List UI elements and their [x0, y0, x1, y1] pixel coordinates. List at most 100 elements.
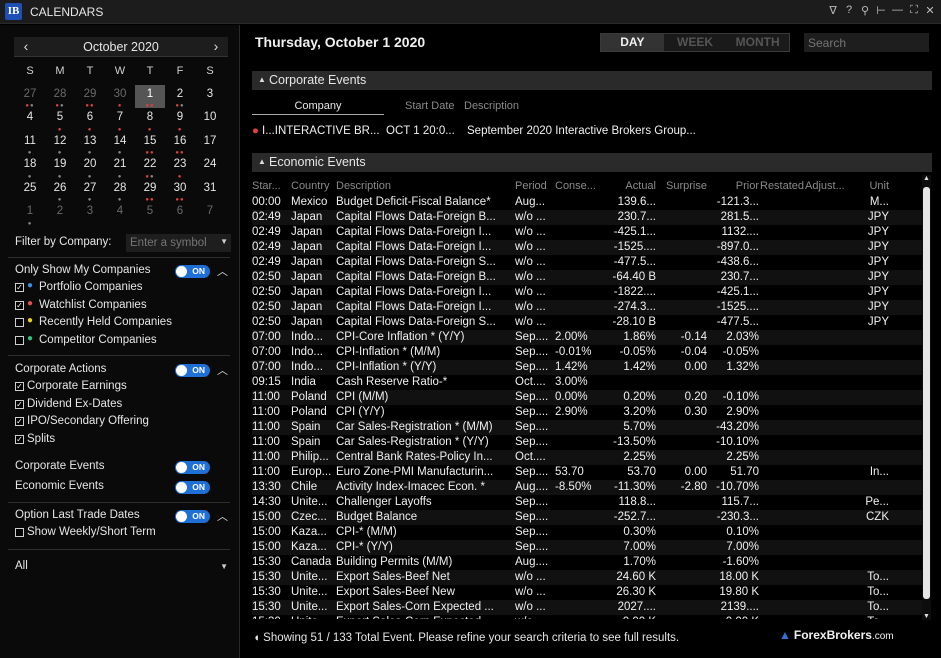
link-icon[interactable]: ⚲	[860, 4, 870, 17]
calendar-day[interactable]: 7	[195, 202, 225, 226]
collapse-icon[interactable]: ︿	[217, 362, 228, 378]
checkbox[interactable]	[15, 528, 24, 537]
filter-icon[interactable]: ∇	[828, 4, 838, 17]
filter-option[interactable]: ✓ ● Watchlist Companies	[15, 298, 230, 316]
calendar-day[interactable]: 20 ●	[75, 155, 105, 180]
column-header[interactable]: Restated	[760, 180, 804, 192]
table-row[interactable]: 15:30 Unite... Export Sales-Corn Expected …	[252, 600, 922, 615]
calendar-day[interactable]: 18 ●	[15, 155, 45, 180]
economic-events-header[interactable]: ▲ Economic Events	[252, 153, 932, 172]
table-row[interactable]: 15:00 Kaza... CPI-* (Y/Y) Sep.... 7.00% 7.00%	[252, 540, 922, 555]
table-row[interactable]: 15:30 Unite... Export Sales-Beef Net w/o ..…	[252, 570, 922, 585]
table-row[interactable]: 09:15 India Cash Reserve Ratio-* Oct.... 3.0…	[252, 375, 922, 390]
calendar-day[interactable]: 3	[75, 202, 105, 226]
filter-option[interactable]: ✓ Corporate Earnings	[15, 379, 230, 397]
checkbox[interactable]: ✓	[15, 399, 24, 409]
corporate-events-toggle[interactable]: ON	[175, 461, 210, 474]
table-row[interactable]: 15:00 Czec... Budget Balance Sep.... -252.7.…	[252, 510, 922, 525]
calendar-day[interactable]: 11 ●	[15, 132, 45, 157]
calendar-day[interactable]: 28 ●	[105, 179, 135, 204]
scroll-down-icon[interactable]: ▼	[922, 613, 931, 620]
tab-month[interactable]: MONTH	[726, 34, 789, 51]
tab-week[interactable]: WEEK	[664, 34, 727, 51]
table-row[interactable]: 15:30 Unite... Export Sales-Beef New w/o ..…	[252, 585, 922, 600]
calendar-day[interactable]: 9 ●	[165, 108, 195, 133]
maximize-icon[interactable]: ⛶	[909, 4, 919, 17]
table-row[interactable]: 02:49 Japan Capital Flows Data-Foreign B..…	[252, 210, 922, 225]
table-row[interactable]: 11:00 Spain Car Sales-Registration * (Y/Y)…	[252, 435, 922, 450]
economic-events-toggle[interactable]: ON	[175, 481, 210, 494]
checkbox[interactable]: ✓	[15, 283, 24, 292]
calendar-day[interactable]: 6	[165, 202, 195, 226]
filter-option[interactable]: ● Recently Held Companies	[15, 315, 230, 333]
calendar-day[interactable]: 5	[135, 202, 165, 226]
column-header[interactable]: Conse...	[555, 180, 603, 192]
table-row[interactable]: ● I...INTERACTIVE BR... OCT 1 20:0... Se…	[252, 124, 932, 140]
filter-option[interactable]: ✓ ● Portfolio Companies	[15, 280, 230, 298]
scrollbar-thumb[interactable]	[923, 187, 930, 599]
calendar-day[interactable]: 5 ●	[45, 108, 75, 133]
filter-option[interactable]: ● Competitor Companies	[15, 333, 230, 351]
caret-down-icon[interactable]: ▼	[220, 237, 228, 246]
table-row[interactable]: 11:00 Spain Car Sales-Registration * (M/M)…	[252, 420, 922, 435]
calendar-day[interactable]: 27 ●●	[15, 85, 45, 110]
table-row[interactable]: 02:49 Japan Capital Flows Data-Foreign I..…	[252, 240, 922, 255]
column-header[interactable]: Actual	[604, 180, 656, 192]
checkbox[interactable]	[15, 318, 24, 327]
corporate-events-header[interactable]: ▲ Corporate Events	[252, 71, 932, 90]
calendar-day[interactable]: 28 ●●	[45, 85, 75, 110]
calendar-day[interactable]: 3	[195, 85, 225, 109]
column-header[interactable]: Country	[291, 180, 335, 192]
filter-option[interactable]: ✓ Splits	[15, 432, 230, 450]
calendar-day[interactable]: 21 ●	[105, 155, 135, 180]
checkbox[interactable]: ✓	[15, 417, 24, 426]
checkbox[interactable]: ✓	[15, 382, 24, 391]
column-header-start-date[interactable]: Start Date	[405, 100, 455, 112]
calendar-day[interactable]: 16 ●●	[165, 132, 195, 157]
table-row[interactable]: 15:00 Kaza... CPI-* (M/M) Sep.... 0.30% 0.10%	[252, 525, 922, 540]
table-row[interactable]: 02:49 Japan Capital Flows Data-Foreign S..…	[252, 255, 922, 270]
calendar-day[interactable]: 27 ●	[75, 179, 105, 204]
calendar-day[interactable]: 12 ●	[45, 132, 75, 157]
calendar-day[interactable]: 31	[195, 179, 225, 203]
checkbox[interactable]	[15, 335, 24, 345]
all-select[interactable]: All ▼	[15, 558, 230, 576]
table-row[interactable]: 02:50 Japan Capital Flows Data-Foreign B..…	[252, 270, 922, 285]
calendar-day[interactable]: 13 ●	[75, 132, 105, 157]
column-header-description[interactable]: Description	[464, 100, 519, 112]
symbol-input[interactable]	[126, 234, 231, 252]
table-row[interactable]: 13:30 Chile Activity Index-Imacec Econ. * A…	[252, 480, 922, 495]
scrollbar[interactable]: ▲ ▼	[922, 175, 931, 620]
column-header[interactable]: Prior	[708, 180, 759, 192]
table-row[interactable]: 00:00 Mexico Budget Deficit-Fiscal Balance…	[252, 195, 922, 210]
table-row[interactable]: 07:00 Indo... CPI-Inflation * (M/M) Sep....…	[252, 345, 922, 360]
close-icon[interactable]: ✕	[925, 4, 935, 17]
option-last-trade-toggle[interactable]: ON	[175, 510, 210, 523]
table-row[interactable]: 02:50 Japan Capital Flows Data-Foreign I..…	[252, 285, 922, 300]
calendar-day[interactable]: 7 ●	[105, 108, 135, 133]
only-my-companies-toggle[interactable]: ON	[175, 265, 210, 278]
column-header[interactable]: Unit	[864, 180, 889, 192]
search-input[interactable]	[804, 33, 929, 52]
calendar-day[interactable]: 23 ●	[165, 155, 195, 180]
table-row[interactable]: 15:30 Canada Building Permits (M/M) Aug....…	[252, 555, 922, 570]
collapse-icon[interactable]: ︿	[217, 508, 228, 524]
calendar-day[interactable]: 4	[15, 108, 45, 132]
calendar-day[interactable]: 19 ●	[45, 155, 75, 180]
column-header[interactable]: Period	[515, 180, 553, 192]
filter-option[interactable]: Show Weekly/Short Term	[15, 525, 230, 543]
checkbox[interactable]: ✓	[15, 300, 24, 310]
filter-option[interactable]: ✓ IPO/Secondary Offering	[15, 414, 230, 432]
calendar-day[interactable]: 4	[105, 202, 135, 226]
table-row[interactable]: 11:00 Poland CPI (Y/Y) Sep.... 2.90% 3.20% 0.3…	[252, 405, 922, 420]
table-row[interactable]: 07:00 Indo... CPI-Core Inflation * (Y/Y) Se…	[252, 330, 922, 345]
calendar-day[interactable]: 17	[195, 132, 225, 156]
column-header[interactable]: Surprise	[657, 180, 707, 192]
column-header[interactable]: Description	[336, 180, 514, 192]
calendar-day[interactable]: 29 ●●	[135, 179, 165, 204]
calendar-day[interactable]: 1 ●	[15, 202, 45, 227]
scroll-up-icon[interactable]: ▲	[922, 175, 931, 182]
calendar-day[interactable]: 2 ●●	[165, 85, 195, 110]
corporate-actions-toggle[interactable]: ON	[175, 364, 210, 377]
calendar-day[interactable]: 14 ●	[105, 132, 135, 157]
